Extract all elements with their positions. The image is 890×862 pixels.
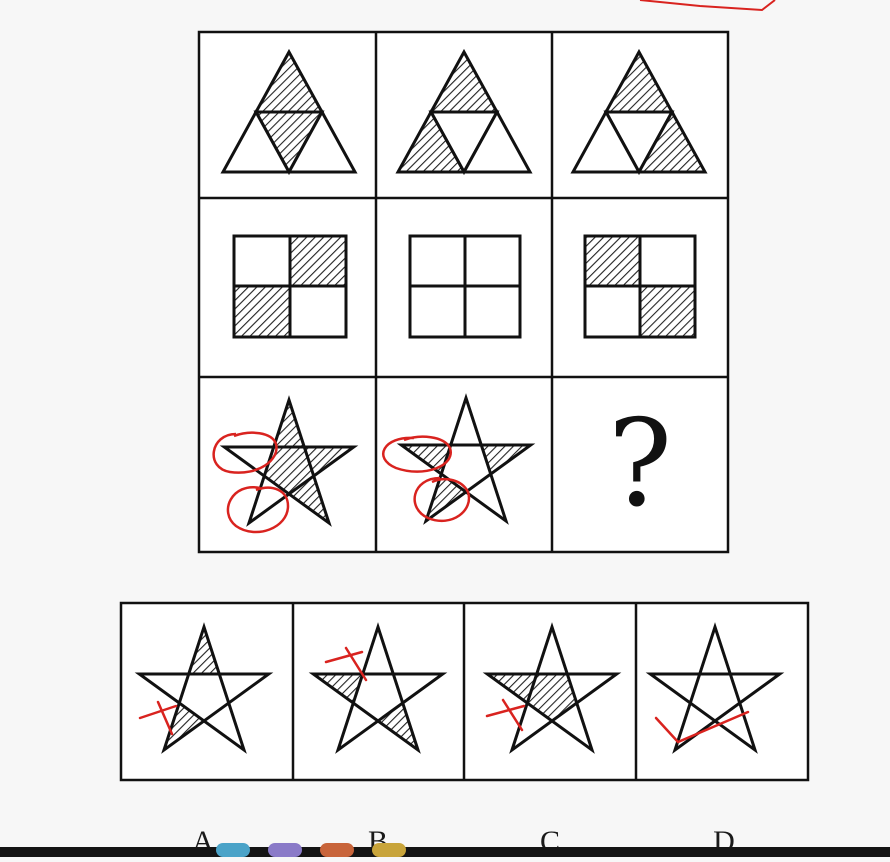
puzzle-canvas [119, 0, 810, 782]
taskbar-app-icon[interactable] [320, 843, 354, 857]
row2-cell1-square [232, 234, 348, 339]
row2-cell2-square [408, 234, 522, 339]
red-annotation-stroke [639, 0, 776, 12]
taskbar-app-icon[interactable] [268, 843, 302, 857]
row2-cell3-square [583, 234, 697, 339]
taskbar-app-icon[interactable] [372, 843, 406, 857]
taskbar-app-icon[interactable] [216, 843, 250, 857]
missing-cell-question-mark: ? [607, 394, 673, 534]
taskbar [0, 843, 890, 857]
